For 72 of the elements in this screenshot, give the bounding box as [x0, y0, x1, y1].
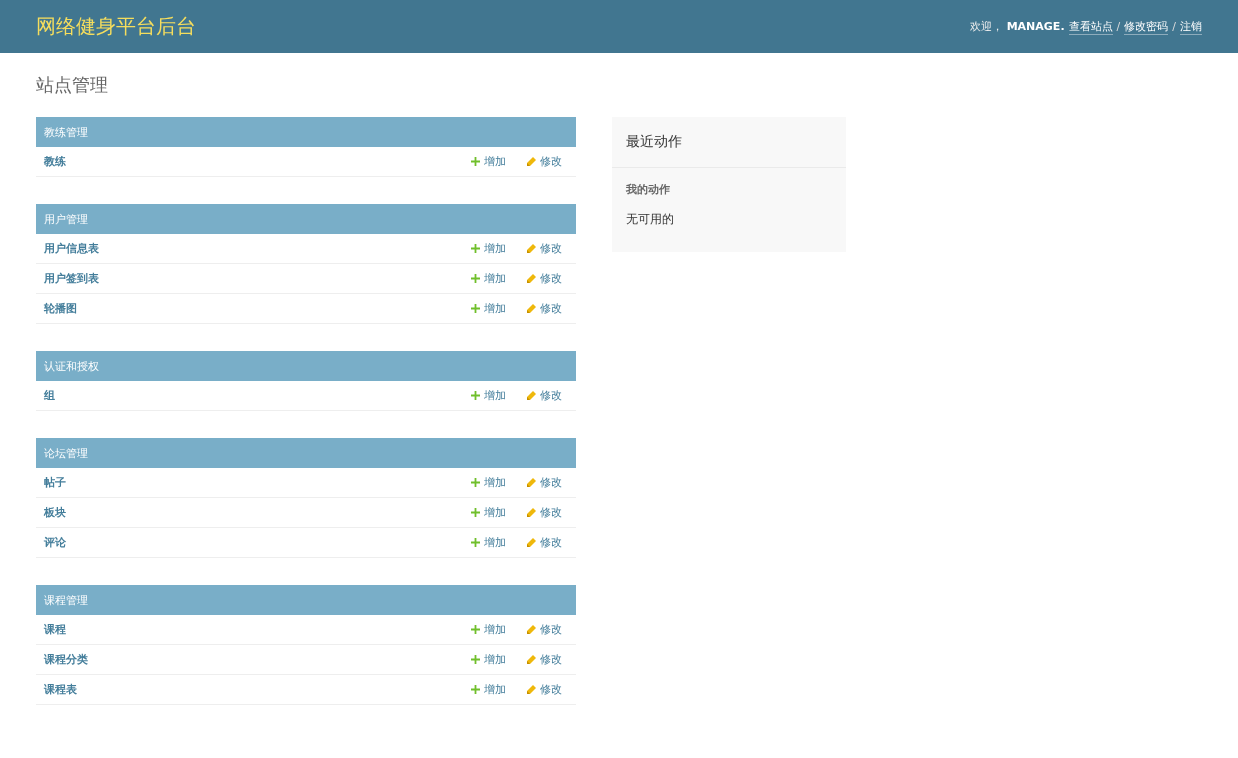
module-caption: 教练管理	[36, 117, 576, 147]
panel-subtitle: 我的动作	[626, 182, 671, 197]
model-link[interactable]: 课程	[44, 622, 451, 637]
username: MANAGE.	[1006, 20, 1065, 33]
add-link[interactable]: 增加	[471, 301, 506, 316]
plus-icon	[471, 625, 480, 634]
pencil-icon	[526, 390, 536, 401]
change-link[interactable]: 修改	[526, 475, 562, 490]
pencil-icon	[526, 624, 536, 635]
separator: /	[1172, 20, 1176, 33]
plus-icon	[471, 274, 480, 283]
pencil-icon	[526, 273, 536, 284]
model-link[interactable]: 评论	[44, 535, 451, 550]
welcome-text: 欢迎，	[969, 19, 1003, 34]
change-link[interactable]: 修改	[526, 652, 562, 667]
module-caption: 用户管理	[36, 204, 576, 234]
model-link[interactable]: 组	[44, 388, 451, 403]
add-link[interactable]: 增加	[471, 241, 506, 256]
pencil-icon	[526, 243, 536, 254]
model-link[interactable]: 教练	[44, 154, 451, 169]
add-link[interactable]: 增加	[471, 475, 506, 490]
pencil-icon	[526, 537, 536, 548]
add-link[interactable]: 增加	[471, 388, 506, 403]
pencil-icon	[526, 477, 536, 488]
site-title: 网络健身平台后台	[36, 13, 196, 40]
model-link[interactable]: 板块	[44, 505, 451, 520]
change-link[interactable]: 修改	[526, 271, 562, 286]
change-link[interactable]: 修改	[526, 154, 562, 169]
model-link[interactable]: 用户签到表	[44, 271, 451, 286]
add-link[interactable]: 增加	[471, 505, 506, 520]
model-link[interactable]: 课程表	[44, 682, 451, 697]
change-link[interactable]: 修改	[526, 682, 562, 697]
add-link[interactable]: 增加	[471, 682, 506, 697]
module-caption: 课程管理	[36, 585, 576, 615]
change-link[interactable]: 修改	[526, 388, 562, 403]
plus-icon	[471, 508, 480, 517]
change-link[interactable]: 修改	[526, 622, 562, 637]
pencil-icon	[526, 507, 536, 518]
plus-icon	[471, 244, 480, 253]
plus-icon	[471, 685, 480, 694]
change-link[interactable]: 修改	[526, 241, 562, 256]
model-link[interactable]: 课程分类	[44, 652, 451, 667]
pencil-icon	[526, 684, 536, 695]
add-link[interactable]: 增加	[471, 271, 506, 286]
header-link[interactable]: 注销	[1180, 18, 1202, 35]
model-link[interactable]: 轮播图	[44, 301, 451, 316]
panel-title: 最近动作	[612, 117, 846, 168]
add-link[interactable]: 增加	[471, 622, 506, 637]
model-link[interactable]: 用户信息表	[44, 241, 451, 256]
empty-text: 无可用的	[626, 211, 675, 228]
plus-icon	[471, 157, 480, 166]
pencil-icon	[526, 156, 536, 167]
change-link[interactable]: 修改	[526, 301, 562, 316]
plus-icon	[471, 478, 480, 487]
add-link[interactable]: 增加	[471, 154, 506, 169]
add-link[interactable]: 增加	[471, 535, 506, 550]
change-link[interactable]: 修改	[526, 535, 562, 550]
add-link[interactable]: 增加	[471, 652, 506, 667]
pencil-icon	[526, 303, 536, 314]
pencil-icon	[526, 654, 536, 665]
module-caption: 论坛管理	[36, 438, 576, 468]
page-title: 站点管理	[36, 73, 109, 97]
plus-icon	[471, 304, 480, 313]
plus-icon	[471, 391, 480, 400]
header-link[interactable]: 查看站点	[1068, 18, 1113, 35]
plus-icon	[471, 538, 480, 547]
plus-icon	[471, 655, 480, 664]
model-link[interactable]: 帖子	[44, 475, 451, 490]
separator: /	[1116, 20, 1121, 33]
change-link[interactable]: 修改	[526, 505, 562, 520]
module-caption: 认证和授权	[36, 351, 576, 381]
header-link[interactable]: 修改密码	[1124, 18, 1169, 35]
